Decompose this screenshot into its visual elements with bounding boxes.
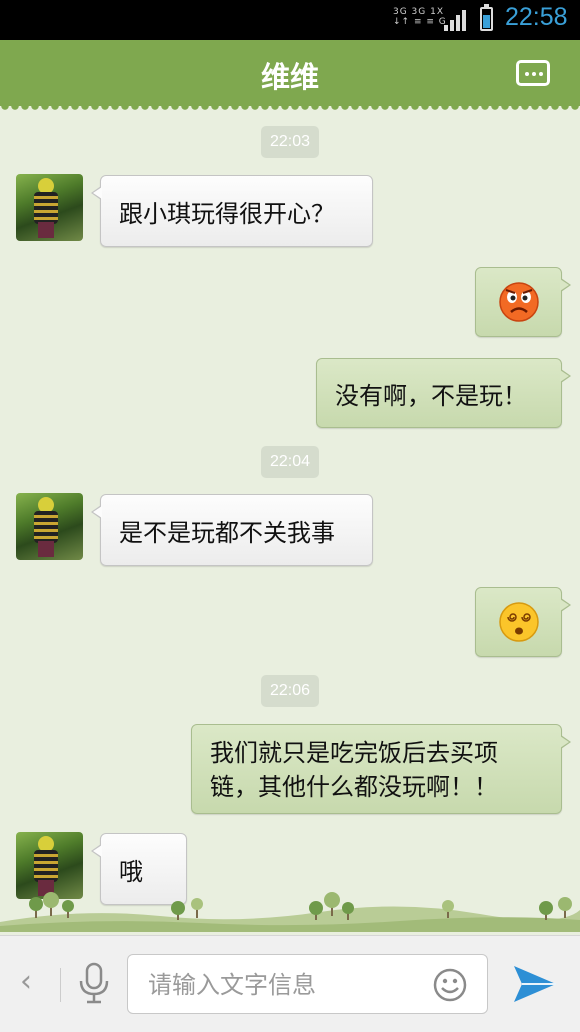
status-bar: 3G 3G 1X ↓↑ ≡ ≡ G 22:58 <box>0 0 580 40</box>
message-text-line: 我们就只是吃完饭后去买项 <box>210 739 498 767</box>
send-icon[interactable] <box>512 962 558 1006</box>
avatar[interactable] <box>16 174 83 241</box>
message-bubble-received[interactable]: 是不是玩都不关我事 <box>91 494 373 566</box>
input-bar: ‹ <box>0 935 580 1032</box>
chat-info-button[interactable] <box>516 60 550 86</box>
message-input[interactable] <box>146 955 420 1015</box>
battery-icon <box>480 4 493 31</box>
message-text-line: 链，其他什么都没玩啊！！ <box>210 773 498 801</box>
scenery-decoration <box>0 892 580 932</box>
chat-header: 维维 <box>0 40 580 112</box>
status-time: 22:58 <box>505 3 568 31</box>
smiley-icon[interactable] <box>433 968 467 1002</box>
message-text: 跟小琪玩得很开心？ <box>119 199 335 228</box>
message-text: 没有啊，不是玩！ <box>335 381 527 410</box>
contact-name: 维维 <box>260 60 319 94</box>
timestamp: 22:04 <box>261 446 320 478</box>
microphone-icon[interactable] <box>78 962 110 1004</box>
timestamp: 22:03 <box>261 126 320 158</box>
avatar[interactable] <box>16 493 83 560</box>
network-indicator: 3G 3G 1X ↓↑ ≡ ≡ G <box>393 7 447 27</box>
message-text: 哦 <box>119 857 143 886</box>
dizzy-face-icon <box>498 602 539 642</box>
divider <box>60 968 61 1002</box>
message-bubble-sent[interactable]: 我们就只是吃完饭后去买项 链，其他什么都没玩啊！！ <box>191 724 571 814</box>
message-bubble-sent[interactable] <box>475 267 571 337</box>
message-bubble-sent[interactable] <box>475 587 571 657</box>
signal-strength-icon <box>444 9 470 31</box>
avatar[interactable] <box>16 832 83 899</box>
back-arrow-icon[interactable]: ‹ <box>20 964 32 999</box>
message-text: 是不是玩都不关我事 <box>119 518 335 547</box>
angry-face-icon <box>498 282 539 322</box>
timestamp: 22:06 <box>261 675 320 707</box>
message-bubble-sent[interactable]: 没有啊，不是玩！ <box>316 358 571 428</box>
message-bubble-received[interactable]: 跟小琪玩得很开心？ <box>91 175 373 247</box>
message-input-box[interactable] <box>127 954 488 1015</box>
